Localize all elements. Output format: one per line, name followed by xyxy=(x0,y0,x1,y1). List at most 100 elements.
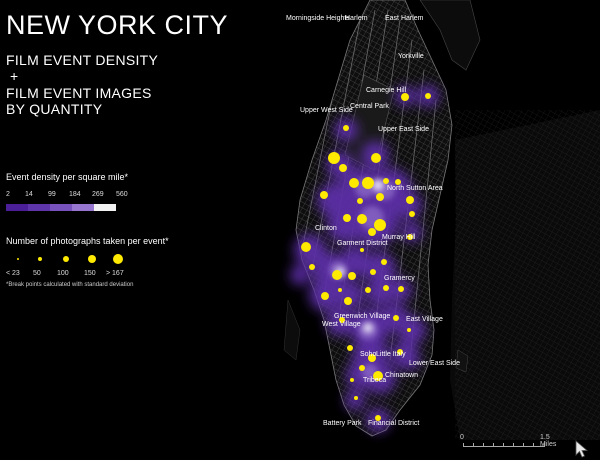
density-break: 2 xyxy=(6,191,10,198)
label-soho: Soho xyxy=(360,351,376,358)
scale-tick xyxy=(493,443,494,447)
density-break: 560 xyxy=(116,191,128,198)
photo-size-label: 100 xyxy=(57,270,69,277)
label-greenwich-village: Greenwich Village xyxy=(334,313,390,320)
event-dot xyxy=(407,328,411,332)
event-dot xyxy=(332,270,342,280)
scale-tick xyxy=(523,443,524,447)
scale-tick xyxy=(533,443,534,447)
event-dot xyxy=(393,315,399,321)
label-yorkville: Yorkville xyxy=(398,53,424,60)
event-dot xyxy=(309,264,315,270)
event-dot xyxy=(357,198,363,204)
event-dot xyxy=(362,177,374,189)
photo-size-label: < 23 xyxy=(6,270,20,277)
label-clinton: Clinton xyxy=(315,225,337,232)
title-panel: NEW YORK CITY FILM EVENT DENSITY + FILM … xyxy=(6,10,266,117)
label-central-park: Central Park xyxy=(350,103,389,110)
scale-tick xyxy=(513,443,514,447)
scale-start-label: 0 xyxy=(460,434,464,441)
event-dot xyxy=(320,191,328,199)
label-little-italy: Little Italy xyxy=(376,351,406,358)
label-murray-hill: Murray Hill xyxy=(382,234,416,241)
event-dot xyxy=(321,292,329,300)
label-east-village: East Village xyxy=(406,316,443,323)
event-dot xyxy=(365,287,371,293)
event-dot xyxy=(398,286,404,292)
subtitle-plus: + xyxy=(10,68,19,84)
event-dot xyxy=(406,196,414,204)
event-dot xyxy=(339,164,347,172)
density-legend: Event density per square mile* 2 14 99 1… xyxy=(6,172,128,211)
scale-tick xyxy=(483,443,484,447)
label-east-harlem: East Harlem xyxy=(385,15,424,22)
label-upper-west-side: Upper West Side xyxy=(300,107,353,114)
event-dot xyxy=(370,269,376,275)
event-dot xyxy=(401,93,409,101)
subtitle-density: FILM EVENT DENSITY xyxy=(6,52,159,68)
event-dot xyxy=(338,288,342,292)
photo-size-dot xyxy=(17,258,19,260)
label-battery-park: Battery Park xyxy=(323,420,362,427)
event-dot xyxy=(409,211,415,217)
footnote: *Break points calculated with standard d… xyxy=(6,282,134,288)
event-dot xyxy=(360,248,364,252)
scale-tick xyxy=(463,443,464,447)
photo-size-label: > 167 xyxy=(106,270,124,277)
event-dot xyxy=(301,242,311,252)
event-dot xyxy=(359,365,365,371)
event-dot xyxy=(348,272,356,280)
event-dot xyxy=(343,125,349,131)
scale-tick xyxy=(544,443,545,447)
photo-size-dot xyxy=(113,254,123,264)
event-dot xyxy=(383,178,389,184)
label-chinatown: Chinatown xyxy=(385,372,418,379)
event-dot xyxy=(350,378,354,382)
label-gramercy: Gramercy xyxy=(384,275,415,282)
subtitle-images: FILM EVENT IMAGES xyxy=(6,85,152,101)
density-break: 269 xyxy=(92,191,104,198)
label-north-sutton-area: North Sutton Area xyxy=(387,185,443,192)
label-morningside-heights: Morningside Heights xyxy=(286,15,350,22)
density-legend-breaks: 2 14 99 184 269 560 xyxy=(6,191,128,201)
density-swatch xyxy=(28,204,50,211)
label-tribeca: Tribeca xyxy=(363,377,386,384)
density-swatch xyxy=(94,204,116,211)
event-dot xyxy=(354,396,358,400)
photo-legend: Number of photographs taken per event* <… xyxy=(6,236,169,288)
photo-size-dot xyxy=(63,256,69,262)
label-lower-east-side: Lower East Side xyxy=(409,360,460,367)
subtitle-quantity: BY QUANTITY xyxy=(6,101,103,117)
label-upper-east-side: Upper East Side xyxy=(378,126,429,133)
density-break: 184 xyxy=(69,191,81,198)
photo-size-row: < 23 50 100 150 > 167 xyxy=(6,252,169,282)
event-dot xyxy=(374,219,386,231)
event-dot xyxy=(368,228,376,236)
label-garment-district: Garment District xyxy=(337,240,388,247)
event-dot xyxy=(357,214,367,224)
map-title: NEW YORK CITY xyxy=(6,10,229,40)
event-dot xyxy=(381,259,387,265)
label-financial-district: Financial District xyxy=(368,420,419,427)
photo-size-dot xyxy=(38,257,42,261)
mouse-cursor-icon xyxy=(575,440,589,458)
label-harlem: Harlem xyxy=(345,15,368,22)
density-break: 14 xyxy=(25,191,33,198)
photo-size-label: 50 xyxy=(33,270,41,277)
label-west-village: West Village xyxy=(322,321,361,328)
event-dot xyxy=(343,214,351,222)
event-dot xyxy=(328,152,340,164)
scale-tick xyxy=(473,443,474,447)
event-dot xyxy=(383,285,389,291)
photo-legend-title: Number of photographs taken per event* xyxy=(6,236,169,246)
event-dot xyxy=(344,297,352,305)
event-dot xyxy=(347,345,353,351)
density-swatch xyxy=(50,204,72,211)
density-legend-title: Event density per square mile* xyxy=(6,172,129,182)
event-dot xyxy=(425,93,431,99)
event-dot xyxy=(371,153,381,163)
photo-size-dot xyxy=(88,255,96,263)
density-swatch xyxy=(6,204,28,211)
density-color-ramp xyxy=(6,204,128,211)
event-dot xyxy=(349,178,359,188)
